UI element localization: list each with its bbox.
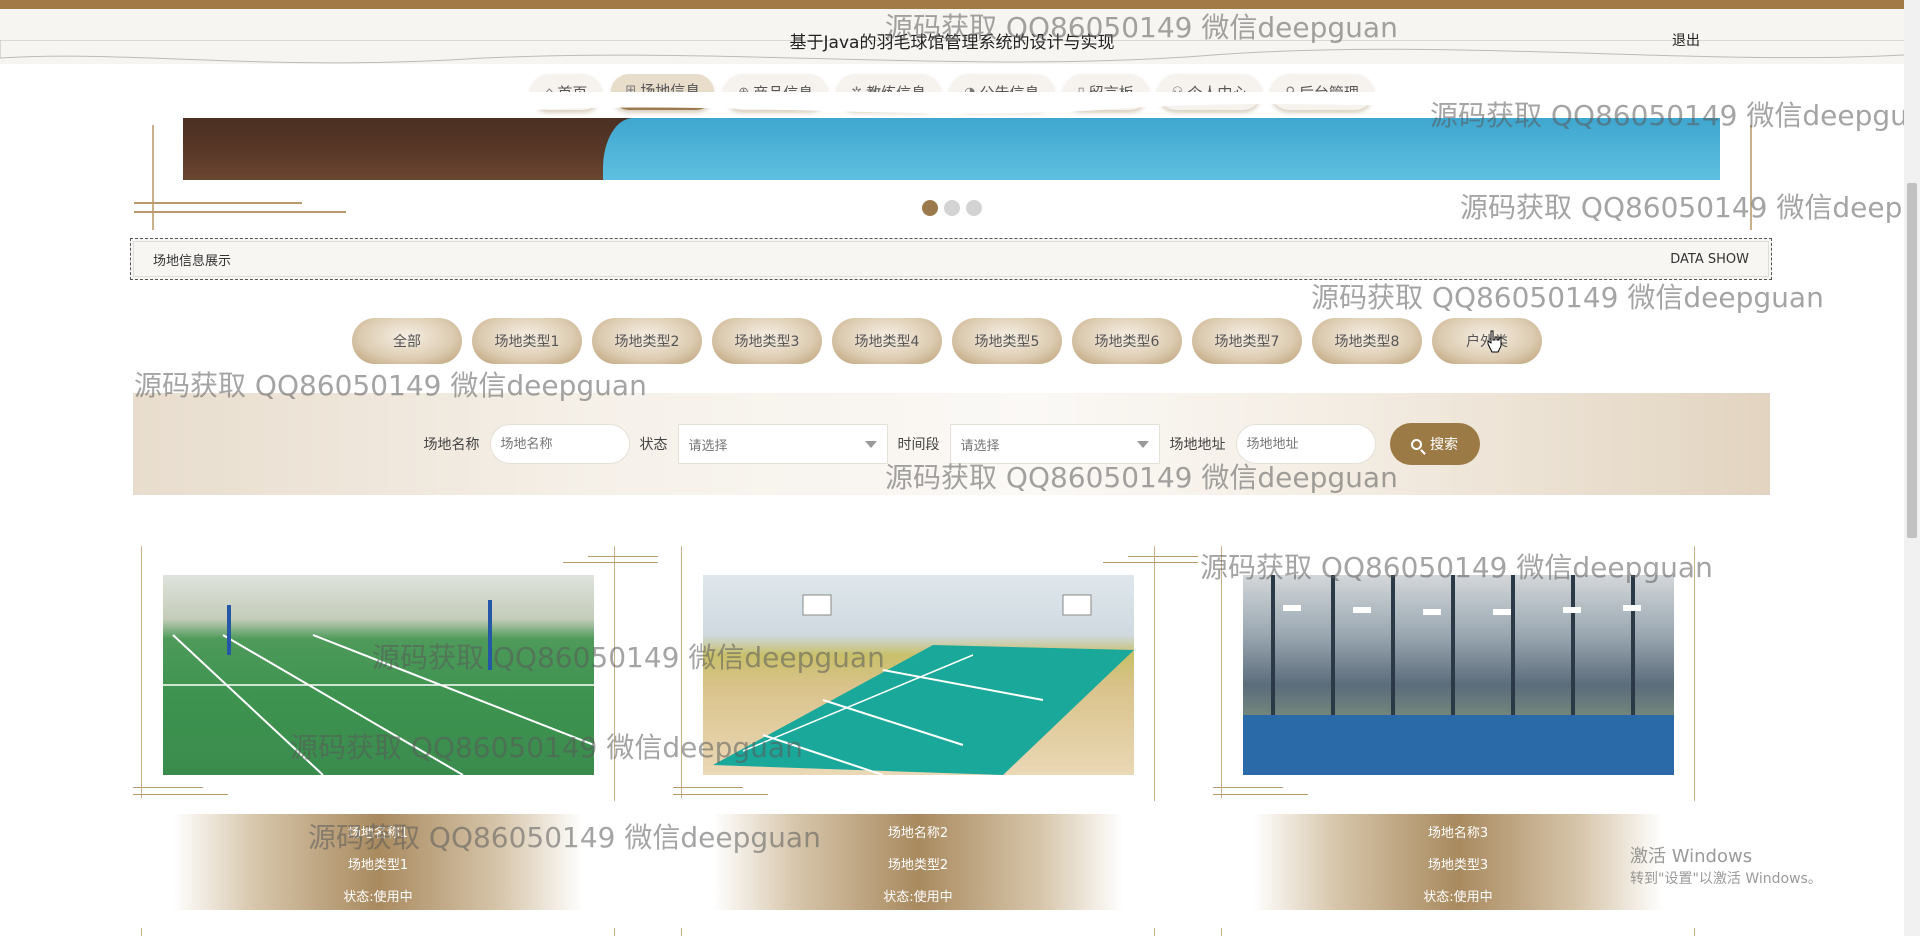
carousel-dot-2[interactable] xyxy=(944,200,960,216)
time-slot-label: 时间段 xyxy=(897,437,940,453)
venue-info: 场地名称3 场地类型3 状态:使用中 xyxy=(1253,814,1663,910)
windows-activation-title: 激活 Windows xyxy=(1630,846,1753,867)
carousel-dots xyxy=(0,200,1904,216)
category-filter: 全部 场地类型1 场地类型2 场地类型3 场地类型4 场地类型5 场地类型6 场… xyxy=(352,318,1542,364)
scrollbar-thumb[interactable] xyxy=(1907,183,1917,538)
venue-status: 状态:使用中 xyxy=(883,890,953,905)
card-frame-line xyxy=(1154,928,1155,936)
venue-card[interactable]: 场地名称3 场地类型3 状态:使用中 xyxy=(1213,546,1695,936)
banner-top-wave xyxy=(183,92,1720,115)
card-frame-line xyxy=(1694,546,1695,801)
venue-info: 场地名称1 场地类型1 状态:使用中 xyxy=(173,814,583,910)
card-frame-line xyxy=(673,794,768,795)
status-label: 状态 xyxy=(639,437,668,453)
hall-structure xyxy=(1243,575,1674,775)
card-frame-line xyxy=(1128,556,1198,557)
section-subtitle: DATA SHOW xyxy=(1670,251,1749,267)
search-button-label: 搜索 xyxy=(1430,437,1458,453)
category-type-8[interactable]: 场地类型8 xyxy=(1312,318,1422,364)
venue-type: 场地类型2 xyxy=(887,858,949,873)
category-type-5[interactable]: 场地类型5 xyxy=(952,318,1062,364)
card-frame-line xyxy=(681,928,682,936)
venue-photo[interactable] xyxy=(163,575,594,775)
venue-status: 状态:使用中 xyxy=(343,890,413,905)
section-header: 场地信息展示 DATA SHOW xyxy=(130,238,1772,280)
watermark: 源码获取 QQ86050149 微信deepguan xyxy=(1311,281,1824,314)
venue-name-label: 场地名称 xyxy=(423,437,480,453)
venue-name: 场地名称2 xyxy=(887,826,949,841)
category-type-7[interactable]: 场地类型7 xyxy=(1192,318,1302,364)
category-type-1[interactable]: 场地类型1 xyxy=(472,318,582,364)
venue-type: 场地类型1 xyxy=(347,858,409,873)
card-frame-line xyxy=(588,556,658,557)
venue-name: 场地名称1 xyxy=(347,826,409,841)
category-all[interactable]: 全部 xyxy=(352,318,462,364)
carousel-dot-3[interactable] xyxy=(966,200,982,216)
search-button[interactable]: 搜索 xyxy=(1389,423,1480,465)
card-frame-line xyxy=(1103,562,1198,563)
card-frame-line xyxy=(1154,546,1155,801)
time-slot-select-value: 请选择 xyxy=(960,438,1000,454)
category-type-2[interactable]: 场地类型2 xyxy=(592,318,702,364)
top-accent-strip xyxy=(0,0,1920,9)
card-frame-line xyxy=(1694,928,1695,936)
category-type-4[interactable]: 场地类型4 xyxy=(832,318,942,364)
card-frame-line xyxy=(681,546,682,798)
venue-info: 场地名称2 场地类型2 状态:使用中 xyxy=(713,814,1123,910)
chevron-down-icon xyxy=(1136,440,1149,448)
category-type-3[interactable]: 场地类型3 xyxy=(712,318,822,364)
card-frame-line xyxy=(133,794,228,795)
hand-cursor-icon xyxy=(1487,330,1502,353)
card-frame-line xyxy=(1221,546,1222,798)
card-frame-line xyxy=(673,787,743,788)
site-title: 基于Java的羽毛球馆管理系统的设计与实现 xyxy=(789,33,1115,53)
status-select-value: 请选择 xyxy=(688,438,728,454)
venue-card[interactable]: 场地名称1 场地类型1 状态:使用中 xyxy=(133,546,658,936)
venue-type: 场地类型3 xyxy=(1427,858,1489,873)
court-lines xyxy=(163,600,594,775)
card-frame-line xyxy=(614,546,615,801)
card-frame-line xyxy=(1213,787,1283,788)
carousel-dot-1[interactable] xyxy=(922,200,938,216)
card-frame-line xyxy=(133,787,203,788)
venue-name-input[interactable] xyxy=(489,424,630,464)
card-frame-line xyxy=(563,562,658,563)
card-frame-line xyxy=(1221,928,1222,936)
venue-card[interactable]: 场地名称2 场地类型2 状态:使用中 xyxy=(673,546,1198,936)
card-frame-line xyxy=(614,928,615,936)
card-frame-line xyxy=(1213,794,1308,795)
search-panel: 场地名称 状态 请选择 时间段 请选择 场地地址 搜索 xyxy=(133,393,1770,495)
court-lines xyxy=(713,594,1134,775)
search-icon xyxy=(1411,438,1422,450)
time-slot-select[interactable]: 请选择 xyxy=(949,424,1160,464)
card-frame-line xyxy=(141,546,142,798)
venue-photo[interactable] xyxy=(1243,575,1674,775)
address-label: 场地地址 xyxy=(1169,437,1226,453)
venue-photo[interactable] xyxy=(703,575,1134,775)
section-title: 场地信息展示 xyxy=(153,253,232,269)
logout-link[interactable]: 退出 xyxy=(1672,30,1700,50)
address-input[interactable] xyxy=(1235,424,1376,464)
chevron-down-icon xyxy=(864,440,877,448)
windows-activation-subtitle: 转到"设置"以激活 Windows。 xyxy=(1630,871,1822,887)
card-frame-line xyxy=(141,928,142,936)
venue-name: 场地名称3 xyxy=(1427,826,1489,841)
status-select[interactable]: 请选择 xyxy=(677,424,888,464)
category-type-6[interactable]: 场地类型6 xyxy=(1072,318,1182,364)
page: 基于Java的羽毛球馆管理系统的设计与实现 退出 ⌂首页 ⊞场地信息 ⊕商品信息… xyxy=(0,0,1920,936)
venue-status: 状态:使用中 xyxy=(1423,890,1493,905)
